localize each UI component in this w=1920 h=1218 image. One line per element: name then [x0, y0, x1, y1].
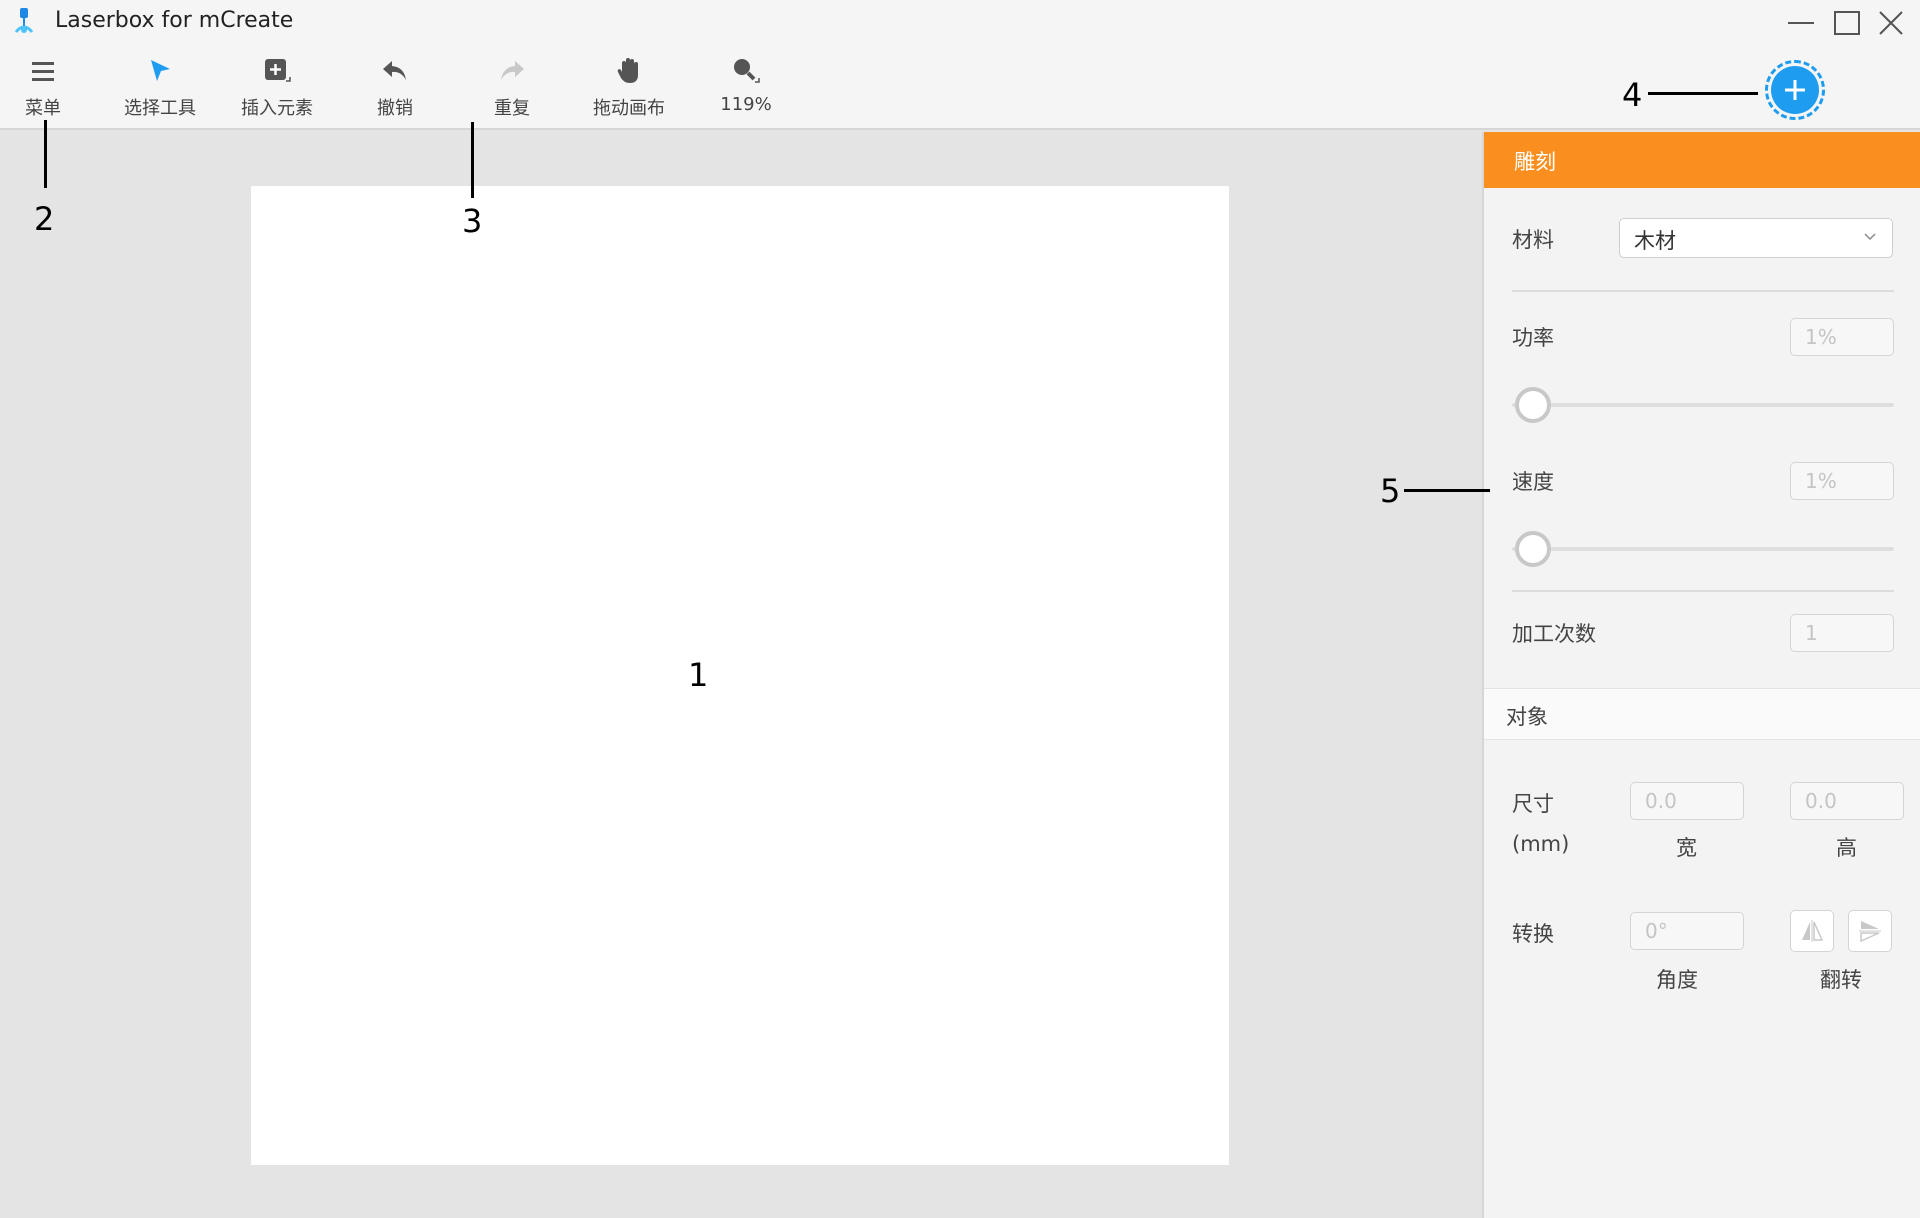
undo-button[interactable]: 撤销 — [340, 50, 450, 122]
transform-label: 转换 — [1512, 922, 1554, 946]
callout-number-5: 5 — [1380, 472, 1401, 510]
insert-plus-icon — [260, 54, 294, 88]
undo-label: 撤销 — [377, 98, 413, 119]
power-label: 功率 — [1512, 326, 1554, 350]
title-bar: Laserbox for mCreate — [0, 0, 1920, 46]
engrave-header-label: 雕刻 — [1514, 150, 1556, 174]
app-title: Laserbox for mCreate — [55, 8, 294, 33]
menu-label: 菜单 — [25, 98, 61, 119]
callout-line-5 — [1404, 489, 1490, 492]
zoom-button[interactable]: 119% — [691, 50, 801, 122]
flip-horizontal-icon — [1802, 920, 1824, 942]
insert-element-button[interactable]: 插入元素 — [222, 50, 332, 122]
material-select[interactable]: 木材 — [1619, 218, 1893, 258]
redo-icon — [495, 54, 529, 88]
callout-number-3: 3 — [462, 202, 483, 240]
close-icon — [1879, 11, 1903, 35]
flip-vertical-button[interactable] — [1848, 910, 1892, 952]
select-tool-label: 选择工具 — [124, 98, 196, 119]
minimize-icon — [1788, 22, 1814, 24]
speed-label: 速度 — [1512, 470, 1554, 494]
plus-icon — [1771, 66, 1819, 114]
callout-line-3 — [471, 122, 474, 198]
hand-icon — [612, 54, 646, 88]
menu-button[interactable]: 菜单 — [0, 50, 98, 122]
power-slider-track[interactable] — [1512, 403, 1894, 407]
object-section-label: 对象 — [1506, 705, 1548, 729]
callout-number-4: 4 — [1622, 76, 1643, 114]
insert-element-label: 插入元素 — [241, 98, 313, 119]
minimize-button[interactable] — [1784, 6, 1818, 40]
pan-canvas-label: 拖动画布 — [593, 98, 665, 119]
hamburger-icon — [26, 54, 60, 88]
engrave-header: 雕刻 — [1484, 132, 1920, 188]
zoom-level: 119% — [720, 94, 772, 115]
passes-label: 加工次数 — [1512, 622, 1596, 646]
speed-input[interactable]: 1% — [1790, 462, 1894, 500]
magnifier-icon — [729, 54, 763, 88]
maximize-icon — [1834, 11, 1860, 35]
material-value: 木材 — [1634, 229, 1676, 253]
width-input[interactable]: 0.0 — [1630, 782, 1744, 820]
width-label: 宽 — [1676, 836, 1697, 860]
angle-input[interactable]: 0° — [1630, 912, 1744, 950]
size-unit-label: (mm) — [1512, 832, 1570, 856]
callout-number-2: 2 — [34, 200, 55, 238]
flip-horizontal-button[interactable] — [1790, 910, 1834, 952]
passes-input[interactable]: 1 — [1790, 614, 1894, 652]
close-button[interactable] — [1874, 6, 1908, 40]
speed-slider-handle[interactable] — [1515, 531, 1552, 567]
properties-panel: 雕刻 材料 木材 功率 1% 速度 1% 加工次数 1 对象 尺寸 (mm) 0… — [1482, 132, 1920, 1218]
connect-device-button[interactable] — [1765, 60, 1825, 120]
callout-number-1: 1 — [688, 656, 709, 694]
chevron-down-icon — [1862, 229, 1878, 249]
material-label: 材料 — [1512, 228, 1554, 252]
speed-slider-track[interactable] — [1512, 547, 1894, 551]
callout-line-2 — [44, 120, 47, 188]
maximize-button[interactable] — [1830, 6, 1864, 40]
object-section-header: 对象 — [1484, 688, 1920, 740]
cursor-arrow-icon — [143, 54, 177, 88]
redo-button[interactable]: 重复 — [457, 50, 567, 122]
angle-label: 角度 — [1656, 968, 1698, 992]
workspace — [0, 132, 1482, 1218]
drawing-canvas[interactable] — [251, 186, 1229, 1165]
redo-label: 重复 — [494, 98, 530, 119]
height-input[interactable]: 0.0 — [1790, 782, 1904, 820]
callout-line-4 — [1648, 92, 1758, 95]
divider — [1512, 290, 1894, 292]
select-tool-button[interactable]: 选择工具 — [105, 50, 215, 122]
power-input[interactable]: 1% — [1790, 318, 1894, 356]
size-label: 尺寸 — [1512, 792, 1554, 816]
pan-canvas-button[interactable]: 拖动画布 — [574, 50, 684, 122]
flip-vertical-icon — [1859, 921, 1881, 943]
app-window: Laserbox for mCreate 菜单 选择工具 插入元素 撤销 重复 … — [0, 0, 1920, 1218]
divider — [1512, 590, 1894, 592]
power-slider-handle[interactable] — [1515, 387, 1552, 423]
flip-label: 翻转 — [1820, 968, 1862, 992]
app-logo-icon — [12, 6, 38, 38]
undo-icon — [378, 54, 412, 88]
height-label: 高 — [1836, 836, 1857, 860]
